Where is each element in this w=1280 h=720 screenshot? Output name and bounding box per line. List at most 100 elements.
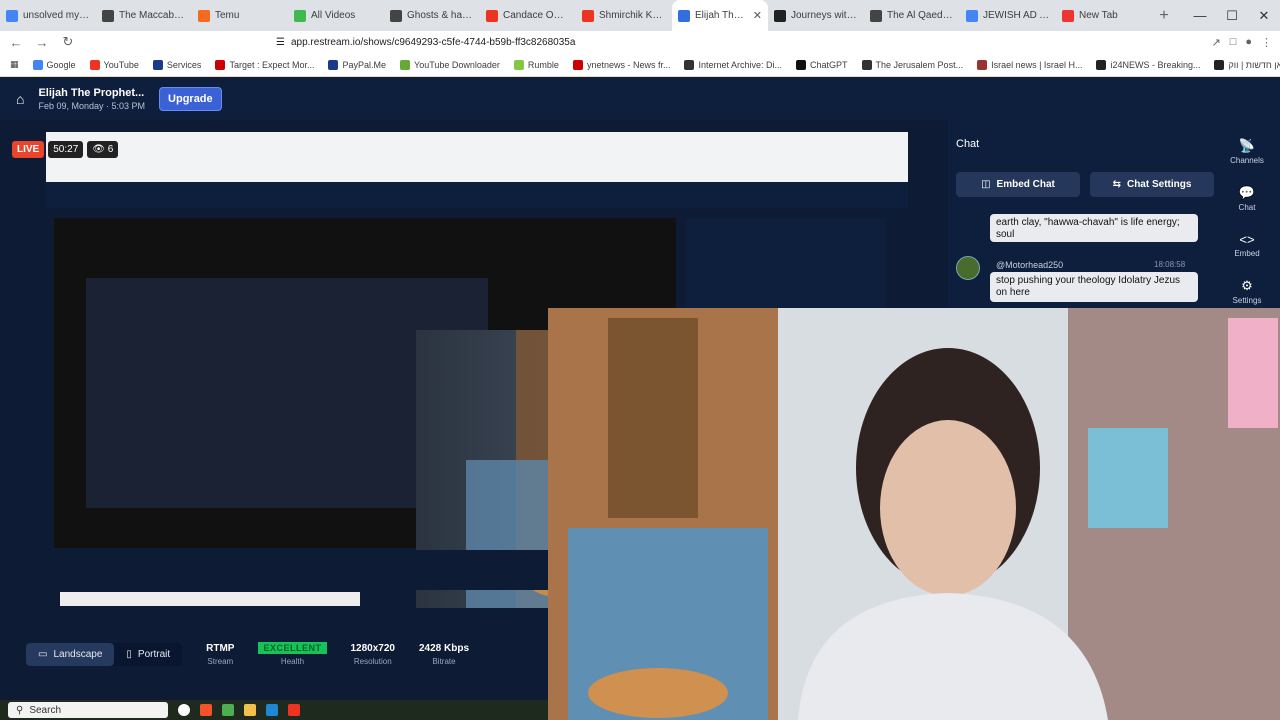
chat-panel: Chat ◫ Embed Chat ⇆ Chat Settings earth … <box>948 120 1214 310</box>
browser-tab[interactable]: JEWISH AD AT T <box>960 0 1056 31</box>
bookmark-label: The Jerusalem Post... <box>875 59 964 70</box>
bookmark-item[interactable]: i24NEWS - Breaking... <box>1096 59 1201 70</box>
maximize-icon[interactable]: ☐ <box>1216 8 1248 24</box>
youtube-icon[interactable] <box>288 704 300 716</box>
menu-icon[interactable]: ⋮ <box>1261 36 1272 49</box>
site-info-icon[interactable]: ☰ <box>276 37 285 48</box>
brave-icon[interactable] <box>200 704 212 716</box>
taskbar-search[interactable]: ⚲ Search <box>8 702 168 718</box>
bookmark-favicon-icon <box>1214 59 1225 70</box>
show-date: Feb 09, Monday · 5:03 PM <box>38 101 146 111</box>
new-tab-button[interactable]: + <box>1152 7 1176 25</box>
forward-icon[interactable]: → <box>34 35 50 50</box>
bookmark-label: i24NEWS - Breaking... <box>1110 59 1201 70</box>
browser-tab[interactable]: The Maccabees <box>96 0 192 31</box>
chat-message: stop pushing your theology Idolatry Jezu… <box>990 272 1198 302</box>
profile-icon[interactable]: ● <box>1245 36 1252 49</box>
tab-favicon-icon <box>102 9 114 22</box>
bookmarks-bar: ▦ Google YouTube Services Target : Expect M… <box>0 53 1280 77</box>
bookmark-favicon-icon <box>513 59 524 70</box>
browser-tab[interactable]: unsolved myster <box>0 0 96 31</box>
bookmark-label: YouTube Downloader <box>414 59 500 70</box>
tab-title: New Tab <box>1079 10 1118 21</box>
browser-tab[interactable]: Journeys with Eli <box>768 0 864 31</box>
live-status: LIVE 50:27 👁 6 <box>12 141 119 158</box>
bookmark-item[interactable]: Internet Archive: Di... <box>684 59 782 70</box>
share-icon[interactable]: ↗ <box>1211 36 1220 49</box>
chat-timestamp: 18:08:58 <box>1154 260 1186 269</box>
bookmark-item[interactable]: ChatGPT <box>796 59 848 70</box>
rail-item-channels[interactable]: 📡 Channels <box>1230 138 1264 165</box>
close-window-icon[interactable]: ✕ <box>1248 8 1280 24</box>
bookmark-item[interactable]: ynetnews - News fr... <box>572 59 670 70</box>
portrait-button[interactable]: ▯ Portrait <box>114 643 182 666</box>
folder-icon[interactable] <box>244 704 256 716</box>
taskbar: ⚲ Search <box>0 700 548 720</box>
show-selector[interactable]: Elijah The Prophet... Feb 09, Monday · 5… <box>38 87 145 111</box>
resolution-label: Resolution <box>353 656 392 666</box>
browser-tab[interactable]: Candace Owens <box>480 0 576 31</box>
extensions-icon[interactable]: □ <box>1230 36 1237 49</box>
landscape-button[interactable]: ▭ Landscape <box>26 642 115 666</box>
bookmark-label: Israel news | Israel H... <box>991 59 1083 70</box>
bookmark-item[interactable]: Rumble <box>513 59 559 70</box>
stat-bitrate: 2428 Kbps Bitrate <box>419 643 469 666</box>
tab-favicon-icon <box>678 9 690 22</box>
bookmark-item[interactable]: The Jerusalem Post... <box>861 59 964 70</box>
search-label: Search <box>29 704 62 716</box>
browser-tab[interactable]: Elijah The Pr ✕ <box>672 0 768 31</box>
browser-tab[interactable]: New Tab <box>1056 0 1152 31</box>
landscape-label: Landscape <box>53 648 103 660</box>
browser-tab[interactable]: Shmirchik Kvetch <box>576 0 672 31</box>
tab-favicon-icon <box>198 9 210 22</box>
browser-toolbar: ← → ↻ ☰ app.restream.io/shows/c9649293-c… <box>0 31 1280 53</box>
browser-tab[interactable]: All Videos <box>288 0 384 31</box>
start-icon[interactable] <box>178 704 190 716</box>
tab-favicon-icon <box>486 9 498 22</box>
tab-title: unsolved myster <box>23 10 90 21</box>
bookmark-favicon-icon <box>89 59 100 70</box>
webcam-overlay <box>548 308 1280 720</box>
bookmark-item[interactable]: YouTube Downloader <box>400 59 500 70</box>
bookmark-item[interactable]: Target : Expect Mor... <box>215 59 314 70</box>
upgrade-button[interactable]: Upgrade <box>159 87 222 111</box>
rail-item-embed[interactable]: <> Embed <box>1234 232 1259 258</box>
tab-title: The Maccabees <box>119 10 186 21</box>
tab-favicon-icon <box>870 9 882 22</box>
show-title: Elijah The Prophet... <box>38 87 145 99</box>
close-tab-icon[interactable]: ✕ <box>753 9 762 22</box>
tab-favicon-icon <box>1062 9 1074 22</box>
bookmark-item[interactable]: Services <box>152 59 201 70</box>
back-icon[interactable]: ← <box>8 35 24 50</box>
home-icon[interactable]: ⌂ <box>16 91 24 107</box>
edge-icon[interactable] <box>266 704 278 716</box>
tab-title: Journeys with Eli <box>791 10 858 21</box>
rail-label: Embed <box>1234 249 1260 258</box>
chat-settings-button[interactable]: ⇆ Chat Settings <box>1090 172 1214 197</box>
embed-icon: <> <box>1239 232 1255 247</box>
address-bar[interactable]: ☰ app.restream.io/shows/c9649293-c5fe-47… <box>276 37 896 48</box>
browser-tab[interactable]: Temu <box>192 0 288 31</box>
apps-icon[interactable]: ▦ <box>10 59 19 70</box>
chrome-icon[interactable] <box>222 704 234 716</box>
bookmark-favicon-icon <box>32 59 43 70</box>
bookmark-favicon-icon <box>152 59 163 70</box>
settings-sliders-icon: ⇆ <box>1112 179 1121 190</box>
browser-tab[interactable]: Ghosts & hauntin <box>384 0 480 31</box>
embed-chat-button[interactable]: ◫ Embed Chat <box>956 172 1080 197</box>
tab-favicon-icon <box>294 9 306 22</box>
browser-tab[interactable]: The Al Qaeda Co <box>864 0 960 31</box>
restream-header: ⌂ Elijah The Prophet... Feb 09, Monday ·… <box>0 78 1280 120</box>
bookmark-item[interactable]: Google <box>32 59 76 70</box>
minimize-icon[interactable]: — <box>1184 8 1216 24</box>
bookmark-item[interactable]: Israel news | Israel H... <box>977 59 1083 70</box>
bookmark-label: Rumble <box>527 59 559 70</box>
bookmark-item[interactable]: PayPal.Me <box>328 59 386 70</box>
orientation-toggle: ▭ Landscape ▯ Portrait <box>26 642 183 666</box>
protocol-label: Stream <box>207 656 234 666</box>
bookmark-item[interactable]: כאן חדשות | ווק... <box>1214 59 1280 70</box>
bookmark-item[interactable]: YouTube <box>89 59 139 70</box>
rail-item-settings[interactable]: ⚙ Settings <box>1233 278 1262 305</box>
reload-icon[interactable]: ↻ <box>60 34 76 50</box>
rail-item-chat[interactable]: 💬 Chat <box>1239 185 1256 212</box>
